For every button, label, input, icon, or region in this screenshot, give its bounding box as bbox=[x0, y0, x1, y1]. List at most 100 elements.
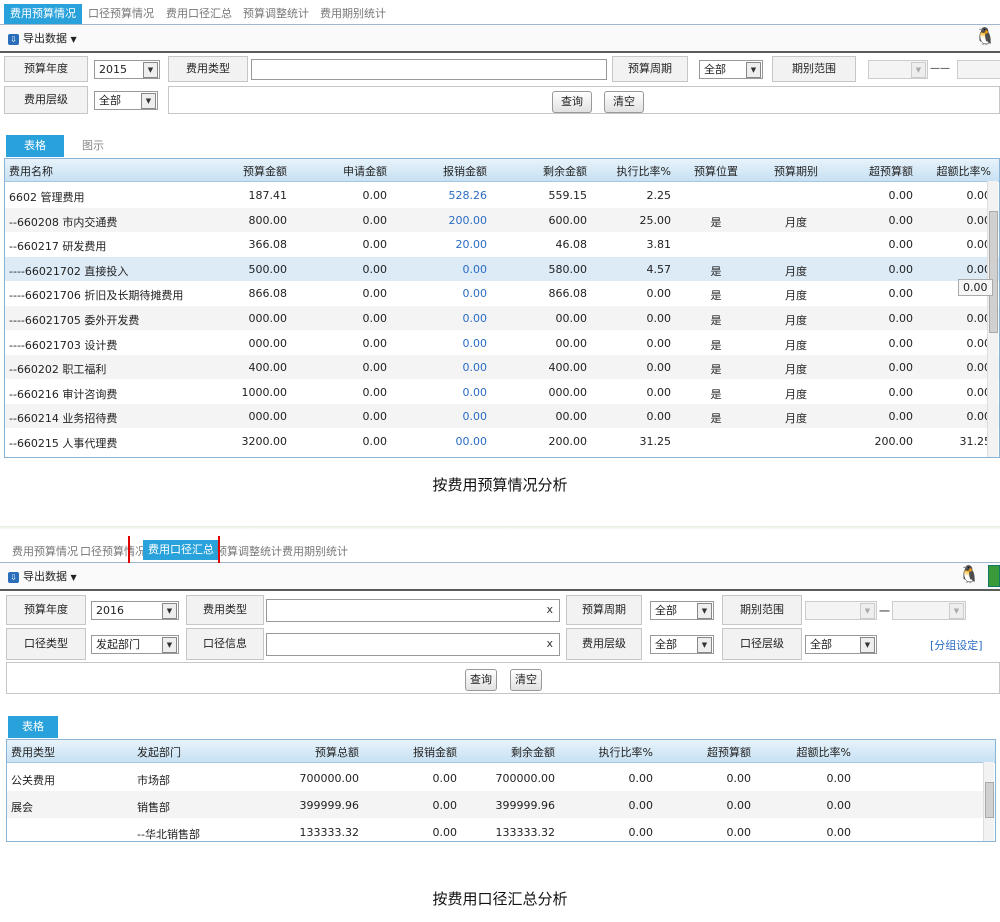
col-over-budget[interactable]: 超预算额 bbox=[679, 744, 751, 760]
year-select[interactable]: 2016 ▼ bbox=[91, 601, 179, 620]
tab-chart[interactable]: 图示 bbox=[68, 135, 118, 157]
cell-remain-amount: 00.00 bbox=[555, 312, 588, 325]
query-button[interactable]: 查询 bbox=[465, 669, 497, 691]
table-row[interactable]: --660216 审计咨询费 1000.00 0.00 0.00 000.00 0.00 是… bbox=[5, 380, 999, 404]
col-origin-dept[interactable]: 发起部门 bbox=[137, 744, 181, 760]
range-end-select[interactable]: ▼ bbox=[892, 601, 966, 620]
caliber-level-select[interactable]: 全部 ▼ bbox=[805, 635, 877, 654]
col-reimburse-amount[interactable]: 报销金额 bbox=[415, 163, 487, 179]
cell-over-budget: 0.00 bbox=[888, 385, 914, 399]
col-reimburse-amount[interactable]: 报销金额 bbox=[385, 744, 457, 760]
period-select[interactable]: 全部 ▼ bbox=[650, 601, 714, 620]
tab-expense-caliber-summary[interactable]: 费用口径汇总 bbox=[166, 4, 232, 24]
tab-expense-budget[interactable]: 费用预算情况 bbox=[12, 542, 78, 562]
range-label: 期别范围 bbox=[772, 56, 856, 82]
table-row[interactable]: ----66021702 直接投入 500.00 0.00 0.00 580.00 4.5… bbox=[5, 256, 999, 281]
cell-budget-position: 是 bbox=[710, 314, 722, 327]
range-separator: —— bbox=[930, 63, 950, 74]
col-expense-type[interactable]: 费用类型 bbox=[11, 744, 55, 760]
expense-type-input[interactable] bbox=[251, 59, 607, 80]
table-row[interactable]: --660217 研发费用 366.08 0.00 20.00 46.08 3.81 0.0… bbox=[5, 232, 999, 256]
col-budget-position[interactable]: 预算位置 bbox=[681, 163, 751, 179]
cell-remain-amount: 00.00 bbox=[555, 336, 588, 350]
scrollbar-thumb[interactable] bbox=[989, 211, 998, 333]
tab-table[interactable]: 表格 bbox=[8, 716, 58, 738]
table-row[interactable]: 展会 销售部 399999.96 0.00 399999.96 0.00 0.00 0.00 bbox=[7, 791, 995, 818]
qq-penguin-icon[interactable]: 🐧 bbox=[975, 27, 996, 47]
col-budget-total[interactable]: 预算总额 bbox=[287, 744, 359, 760]
range-start-select[interactable]: ▼ bbox=[805, 601, 877, 620]
cell-apply-amount: 0.00 bbox=[362, 238, 388, 252]
cell-remain-amount: 580.00 bbox=[548, 262, 588, 276]
scrollbar-thumb[interactable] bbox=[985, 782, 994, 818]
clear-x-icon[interactable]: x bbox=[546, 637, 553, 650]
export-data-button[interactable]: ⇩ 导出数据 ▼ bbox=[8, 568, 77, 584]
col-over-budget[interactable]: 超预算额 bbox=[843, 163, 913, 179]
table-row[interactable]: ----66021703 设计费 000.00 0.00 0.00 00.00 0.00 是… bbox=[5, 331, 999, 355]
group-settings-link[interactable]: [分组设定] bbox=[930, 637, 983, 653]
book-icon[interactable] bbox=[988, 565, 1000, 587]
grid-scrollbar[interactable] bbox=[983, 762, 994, 841]
table-row[interactable]: ----66021706 折旧及长期待摊费用 866.08 0.00 0.00 866.… bbox=[5, 281, 999, 305]
clear-button[interactable]: 清空 bbox=[510, 669, 542, 691]
table-row[interactable]: 6602 管理费用 187.41 0.00 528.26 559.15 2.25 0.00 0… bbox=[5, 183, 999, 207]
tab-budget-adjust-stats[interactable]: 预算调整统计 bbox=[216, 542, 282, 562]
cell-apply-amount: 0.00 bbox=[362, 361, 388, 375]
table-row[interactable]: --660215 人事代理费 3200.00 0.00 00.00 200.00 31.2… bbox=[5, 429, 999, 453]
cell-over-ratio: 0.00 bbox=[966, 213, 992, 227]
col-exec-ratio[interactable]: 执行比率% bbox=[581, 744, 653, 760]
level-select[interactable]: 全部 ▼ bbox=[650, 635, 714, 654]
table-row[interactable]: --660208 市内交通费 800.00 0.00 200.00 600.00 25.0… bbox=[5, 207, 999, 232]
range-end-select[interactable] bbox=[957, 60, 1000, 79]
tab-expense-period-stats[interactable]: 费用期别统计 bbox=[282, 542, 348, 562]
cell-budget-period: 月度 bbox=[785, 387, 807, 401]
export-data-button[interactable]: ⇩ 导出数据 ▼ bbox=[8, 30, 77, 46]
col-apply-amount[interactable]: 申请金额 bbox=[315, 163, 387, 179]
cell-budget-amount: 400.00 bbox=[248, 361, 288, 375]
dropdown-arrow-icon: ▼ bbox=[860, 603, 875, 619]
caliber-type-label: 口径类型 bbox=[6, 628, 86, 660]
tab-budget-adjust-stats[interactable]: 预算调整统计 bbox=[243, 4, 309, 24]
cell-remain-amount: 133333.32 bbox=[495, 826, 556, 839]
year-select[interactable]: 2015 ▼ bbox=[94, 60, 160, 79]
table-row[interactable]: --660214 业务招待费 000.00 0.00 0.00 00.00 0.00 是 月度… bbox=[5, 404, 999, 429]
tab-table[interactable]: 表格 bbox=[6, 135, 64, 157]
col-remain-amount[interactable]: 剩余金额 bbox=[483, 744, 555, 760]
table-row[interactable]: --华北销售部 133333.32 0.00 133333.32 0.00 0.00 0.0… bbox=[7, 818, 995, 841]
range-start-select[interactable]: ▼ bbox=[868, 60, 928, 79]
caliber-info-input[interactable]: x bbox=[266, 633, 560, 656]
clear-button[interactable]: 清空 bbox=[604, 91, 644, 113]
period-select[interactable]: 全部 ▼ bbox=[699, 60, 763, 79]
report-tabs: 费用预算情况 口径预算情况 费用口径汇总 预算调整统计 费用期别统计 bbox=[0, 0, 1000, 25]
level-select[interactable]: 全部 ▼ bbox=[94, 91, 158, 110]
cell-expense-name: ----66021702 直接投入 bbox=[9, 264, 129, 278]
grid-scrollbar[interactable] bbox=[987, 181, 998, 457]
cell-remain-amount: 866.08 bbox=[548, 287, 588, 301]
query-button[interactable]: 查询 bbox=[552, 91, 592, 113]
tab-expense-period-stats[interactable]: 费用期别统计 bbox=[320, 4, 386, 24]
table-row[interactable]: 公关费用 市场部 700000.00 0.00 700000.00 0.00 0.00 0.0… bbox=[7, 764, 995, 791]
table-row[interactable]: --660202 职工福利 400.00 0.00 0.00 400.00 0.00 是 月度… bbox=[5, 355, 999, 380]
col-budget-amount[interactable]: 预算金额 bbox=[215, 163, 287, 179]
col-exec-ratio[interactable]: 执行比率% bbox=[601, 163, 671, 179]
table-row[interactable]: ----66021705 委外开发费 000.00 0.00 0.00 00.00 0.0… bbox=[5, 306, 999, 330]
caliber-type-select[interactable]: 发起部门 ▼ bbox=[91, 635, 179, 654]
export-label: 导出数据 bbox=[23, 570, 67, 583]
col-over-ratio[interactable]: 超额比率% bbox=[777, 744, 851, 760]
cell-budget-amount: 000.00 bbox=[248, 336, 288, 350]
expense-type-input[interactable]: x bbox=[266, 599, 560, 622]
tab-caliber-budget[interactable]: 口径预算情况 bbox=[88, 4, 154, 24]
col-budget-period[interactable]: 预算期别 bbox=[761, 163, 831, 179]
cell-budget-position: 是 bbox=[710, 387, 722, 401]
range-label: 期别范围 bbox=[722, 595, 802, 625]
col-expense-name[interactable]: 费用名称 bbox=[9, 163, 53, 179]
cell-budget-period: 月度 bbox=[785, 215, 807, 229]
col-over-ratio[interactable]: 超额比率% bbox=[919, 163, 991, 179]
cell-exec-ratio: 0.00 bbox=[646, 361, 672, 375]
cell-origin-dept: 市场部 bbox=[137, 774, 170, 787]
col-remain-amount[interactable]: 剩余金额 bbox=[515, 163, 587, 179]
dropdown-arrow-icon: ▼ bbox=[911, 62, 926, 78]
qq-penguin-icon[interactable]: 🐧 bbox=[959, 565, 980, 585]
tab-expense-budget[interactable]: 费用预算情况 bbox=[4, 4, 82, 24]
clear-x-icon[interactable]: x bbox=[546, 603, 553, 616]
